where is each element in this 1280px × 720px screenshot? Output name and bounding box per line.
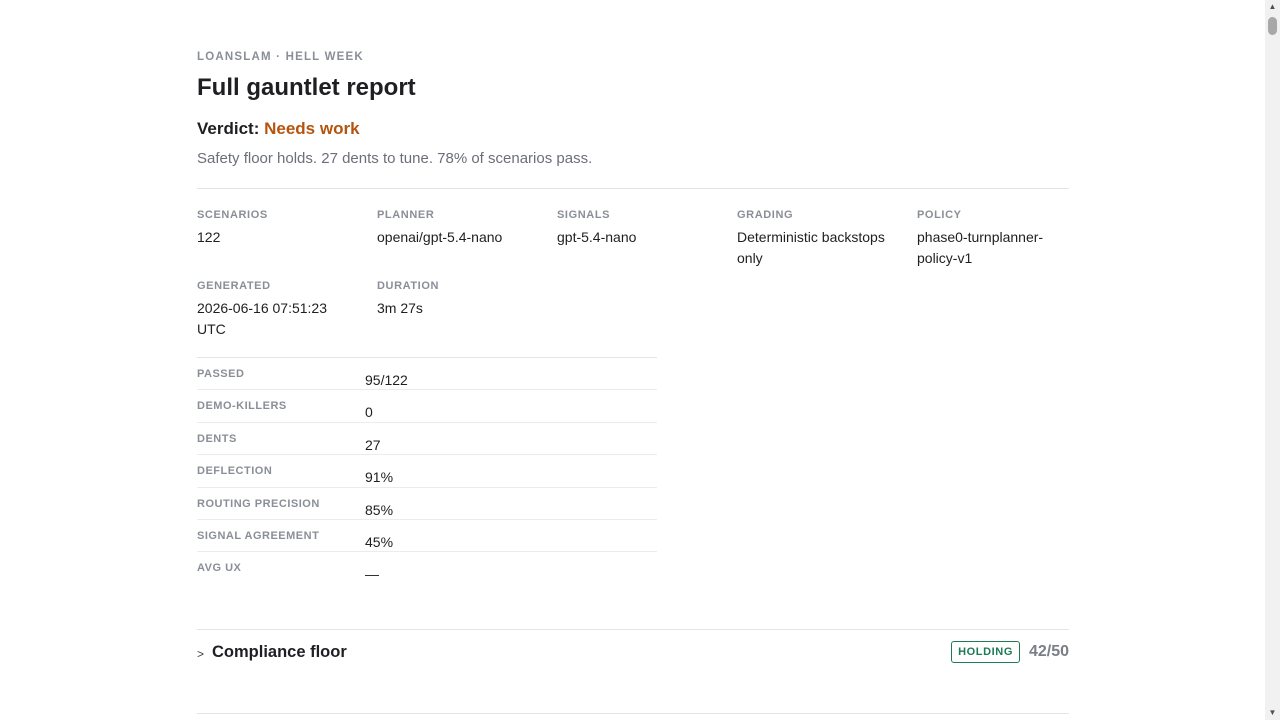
stat-value: 95/122: [365, 372, 408, 388]
stat-label: SIGNAL AGREEMENT: [197, 529, 320, 542]
meta-value: 122: [197, 229, 221, 245]
meta-value: 3m 27s: [377, 300, 423, 316]
meta-label: GRADING: [737, 209, 794, 221]
meta-planner: PLANNER openai/gpt-5.4-nano: [377, 208, 537, 248]
meta-signals: SIGNALS gpt-5.4-nano: [557, 208, 717, 248]
stat-label: DEFLECTION: [197, 465, 273, 478]
meta-label: DURATION: [377, 280, 440, 292]
meta-value: 2026-06-16 07:51:23 UTC: [197, 300, 327, 337]
breadcrumb: LOANSLAM · HELL WEEK: [197, 51, 364, 63]
meta-value: phase0-turnplanner-policy-v1: [917, 229, 1044, 266]
divider: [197, 188, 1069, 189]
stat-label: ROUTING PRECISION: [197, 497, 320, 510]
meta-label: POLICY: [917, 209, 962, 221]
meta-label: SIGNALS: [557, 209, 611, 221]
meta-value: Deterministic backstops only: [737, 229, 885, 266]
page-title: Full gauntlet report: [197, 74, 416, 101]
verdict-label: Verdict:: [197, 119, 260, 138]
stat-row-demo-killers: DEMO-KILLERS 0: [197, 390, 657, 423]
scroll-up-arrow-icon[interactable]: ▲: [1265, 0, 1280, 14]
stat-value: 45%: [365, 533, 394, 550]
stat-label: PASSED: [197, 368, 245, 380]
stat-value: 0: [365, 404, 373, 421]
stat-row-dents: DENTS 27: [197, 423, 657, 456]
meta-label: SCENARIOS: [197, 209, 268, 221]
summary-text: Safety floor holds. 27 dents to tune. 78…: [197, 150, 593, 167]
meta-generated: GENERATED 2026-06-16 07:51:23 UTC: [197, 279, 357, 340]
meta-duration: DURATION 3m 27s: [377, 279, 537, 319]
section-score: 42/50: [1028, 643, 1069, 660]
scroll-down-arrow-icon[interactable]: ▼: [1265, 706, 1280, 720]
meta-scenarios: SCENARIOS 122: [197, 208, 357, 248]
stat-value: 27: [365, 436, 381, 453]
stat-row-routing-precision: ROUTING PRECISION 85%: [197, 488, 657, 520]
vertical-scrollbar[interactable]: ▲ ▼: [1265, 0, 1280, 720]
status-badge: HOLDING: [951, 641, 1020, 663]
stat-row-deflection: DEFLECTION 91%: [197, 455, 657, 488]
meta-label: PLANNER: [377, 209, 435, 221]
section-title[interactable]: Compliance floor: [212, 643, 347, 662]
meta-value: gpt-5.4-nano: [557, 229, 637, 245]
meta-grading: GRADING Deterministic backstops only: [737, 208, 897, 269]
meta-value: openai/gpt-5.4-nano: [377, 229, 503, 245]
stat-row-signal-agreement: SIGNAL AGREEMENT 45%: [197, 520, 657, 553]
section-compliance-floor[interactable]: > Compliance floor HOLDING 42/50: [197, 629, 1069, 714]
meta-label: GENERATED: [197, 280, 271, 292]
chevron-right-icon[interactable]: >: [197, 647, 204, 661]
stat-value: 85%: [365, 501, 394, 518]
stat-row-avg-ux: AVG UX —: [197, 552, 657, 584]
meta-policy: POLICY phase0-turnplanner-policy-v1: [917, 208, 1069, 269]
verdict: Verdict: Needs work: [197, 119, 360, 139]
stat-label: AVG UX: [197, 562, 242, 575]
stat-row-passed: PASSED 95/122: [197, 358, 657, 391]
stat-value: —: [365, 566, 379, 583]
scrollbar-thumb[interactable]: [1268, 17, 1277, 35]
stat-label: DENTS: [197, 432, 237, 445]
stat-label: DEMO-KILLERS: [197, 400, 287, 413]
stats-table: PASSED 95/122 DEMO-KILLERS 0 DENTS 27 DE…: [197, 357, 657, 585]
stat-value: 91%: [365, 469, 394, 486]
verdict-value: Needs work: [264, 119, 360, 138]
